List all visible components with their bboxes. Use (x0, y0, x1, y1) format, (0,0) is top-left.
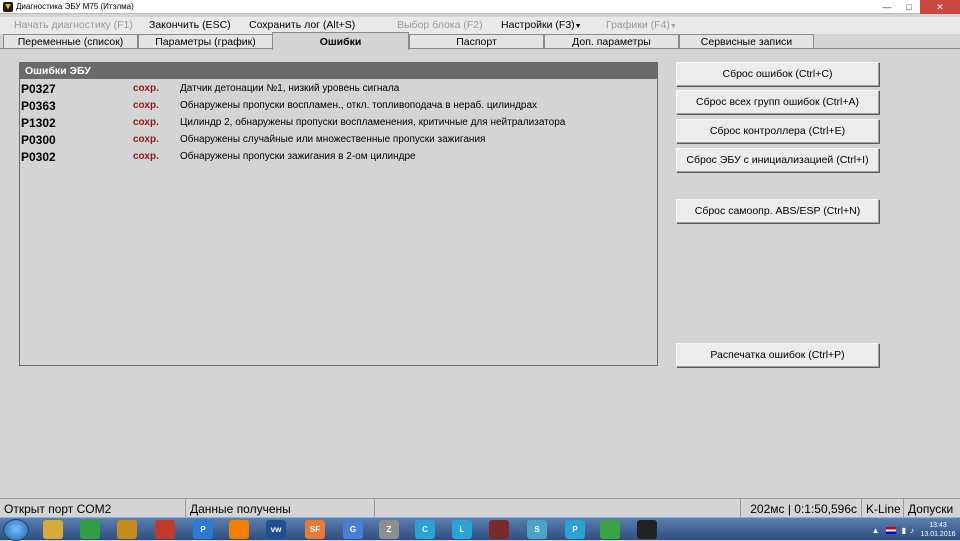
error-row[interactable]: P1302 сохр. Цилиндр 2, обнаружены пропус… (20, 114, 657, 131)
p-app-label: P (200, 525, 206, 534)
error-code: P0327 (21, 82, 56, 96)
window-title: Диагностика ЭБУ М75 (Итэлма) (16, 2, 134, 11)
clock-time: 13:43 (929, 522, 947, 529)
chrome-icon[interactable] (80, 520, 100, 539)
s-app-icon[interactable]: S (527, 520, 547, 539)
status-data: Данные получены (186, 499, 375, 518)
error-code: P0302 (21, 150, 56, 164)
z-app-icon[interactable]: Z (379, 520, 399, 539)
red-square-icon[interactable] (489, 520, 509, 539)
p-app-icon[interactable]: P (193, 520, 213, 539)
error-status: сохр. (133, 83, 159, 94)
p-app-2-icon[interactable]: P (565, 520, 585, 539)
error-row[interactable]: P0327 сохр. Датчик детонации №1, низкий … (20, 80, 657, 97)
status-bar: Открыт порт COM2 Данные получены 202мс |… (0, 498, 960, 518)
reset-controller-button[interactable]: Сброс контроллера (Ctrl+E) (676, 119, 879, 143)
menu-graphs[interactable]: Графики (F4)▼ (606, 19, 677, 31)
tab-divider (0, 48, 960, 49)
tab-errors[interactable]: Ошибки (272, 32, 409, 50)
tab-parameters-graph[interactable]: Параметры (график) (138, 34, 273, 49)
language-flag-icon[interactable] (885, 526, 896, 534)
error-description: Обнаружены случайные или множественные п… (180, 134, 486, 145)
red-app-icon[interactable] (155, 520, 175, 539)
error-description: Датчик детонации №1, низкий уровень сигн… (180, 83, 400, 94)
title-bar: Диагностика ЭБУ М75 (Итэлма) — □ ✕ (0, 0, 960, 14)
clock-date: 13.01.2016 (920, 531, 956, 538)
vw-forum-icon[interactable]: vw (266, 520, 286, 539)
tab-service-records[interactable]: Сервисные записи (679, 34, 814, 49)
error-description: Обнаружены пропуски зажигания в 2-ом цил… (180, 151, 416, 162)
network-icon[interactable]: ▮ (902, 526, 906, 535)
translate-label: G (349, 525, 357, 534)
error-code: P0363 (21, 99, 56, 113)
chevron-down-icon: ▼ (669, 23, 677, 30)
reset-all-groups-button[interactable]: Сброс всех групп ошибок (Ctrl+A) (676, 90, 879, 114)
tab-variables-list[interactable]: Переменные (список) (3, 34, 138, 49)
p-app-2-label: P (572, 525, 578, 534)
sf-icon[interactable]: SF (305, 520, 325, 539)
blogger-icon[interactable] (229, 520, 249, 539)
mascot-icon[interactable] (117, 520, 137, 539)
minimize-icon[interactable]: — (876, 0, 898, 14)
window-controls: — □ ✕ (876, 0, 960, 14)
l-app-label: L (459, 525, 465, 534)
error-status: сохр. (133, 151, 159, 162)
status-empty (375, 499, 741, 518)
error-status: сохр. (133, 100, 159, 111)
menu-start-diagnostics[interactable]: Начать диагностику (F1) (14, 19, 133, 31)
error-status: сохр. (133, 134, 159, 145)
sf-label: SF (309, 525, 321, 534)
vw-forum-label: vw (270, 525, 282, 534)
chevron-down-icon: ▼ (574, 23, 582, 30)
menu-select-block[interactable]: Выбор блока (F2) (397, 19, 483, 31)
menu-finish[interactable]: Закончить (ESC) (149, 19, 231, 31)
error-status: сохр. (133, 117, 159, 128)
error-description: Цилиндр 2, обнаружены пропуски воспламен… (180, 117, 566, 128)
s-app-label: S (534, 525, 540, 534)
error-row[interactable]: P0363 сохр. Обнаружены пропуски воспламе… (20, 97, 657, 114)
menu-settings-label: Настройки (F3) (501, 19, 575, 31)
menu-bar: Начать диагностику (F1) Закончить (ESC) … (0, 17, 960, 34)
errors-panel-title: Ошибки ЭБУ (20, 63, 657, 79)
close-icon[interactable]: ✕ (920, 0, 960, 14)
app-logo-icon (3, 1, 13, 12)
clock[interactable]: 13:43 13.01.2016 (916, 521, 960, 539)
print-errors-button[interactable]: Распечатка ошибок (Ctrl+P) (676, 343, 879, 367)
c-app-icon[interactable]: C (415, 520, 435, 539)
tab-passport[interactable]: Паспорт (409, 34, 544, 49)
diagnostic-app-icon[interactable] (637, 520, 657, 539)
error-code: P1302 (21, 116, 56, 130)
start-button[interactable] (3, 519, 29, 541)
l-app-icon[interactable]: L (452, 520, 472, 539)
maximize-icon[interactable]: □ (898, 0, 920, 14)
tab-extra-parameters[interactable]: Доп. параметры (544, 34, 679, 49)
reset-abs-esp-button[interactable]: Сброс самоопр. ABS/ESP (Ctrl+N) (676, 199, 879, 223)
errors-panel: Ошибки ЭБУ P0327 сохр. Датчик детонации … (19, 62, 658, 366)
reset-errors-button[interactable]: Сброс ошибок (Ctrl+C) (676, 62, 879, 86)
status-timing: 202мс | 0:1:50,596с (741, 499, 862, 518)
status-extra: Допуски (908, 501, 954, 516)
status-port: Открыт порт COM2 (0, 499, 186, 518)
menu-graphs-label: Графики (F4) (606, 19, 670, 31)
error-row[interactable]: P0302 сохр. Обнаружены пропуски зажигани… (20, 148, 657, 165)
reset-ecu-init-button[interactable]: Сброс ЭБУ с инициализацией (Ctrl+I) (676, 148, 879, 172)
translate-icon[interactable]: G (343, 520, 363, 539)
error-description: Обнаружены пропуски воспламен., откл. то… (180, 100, 538, 111)
error-row[interactable]: P0300 сохр. Обнаружены случайные или мно… (20, 131, 657, 148)
menu-settings[interactable]: Настройки (F3)▼ (501, 19, 582, 31)
c-app-label: C (422, 525, 428, 534)
utorrent-icon[interactable] (600, 520, 620, 539)
menu-save-log[interactable]: Сохранить лог (Alt+S) (249, 19, 355, 31)
z-app-label: Z (386, 525, 392, 534)
file-explorer-icon[interactable] (43, 520, 63, 539)
tray-expand-icon[interactable]: ▲ (872, 526, 880, 535)
tab-bar: Переменные (список) Параметры (график) О… (0, 32, 960, 50)
volume-icon[interactable]: ♪ (910, 526, 914, 535)
status-protocol: K-Line (862, 499, 904, 518)
system-tray: ▲ ▮ ♪ 13:43 13.01.2016 (872, 519, 960, 541)
error-code: P0300 (21, 133, 56, 147)
taskbar: Pvw SF G Z C L S P ▲ ▮ ♪ 13:43 13.01.2016 (0, 517, 960, 541)
